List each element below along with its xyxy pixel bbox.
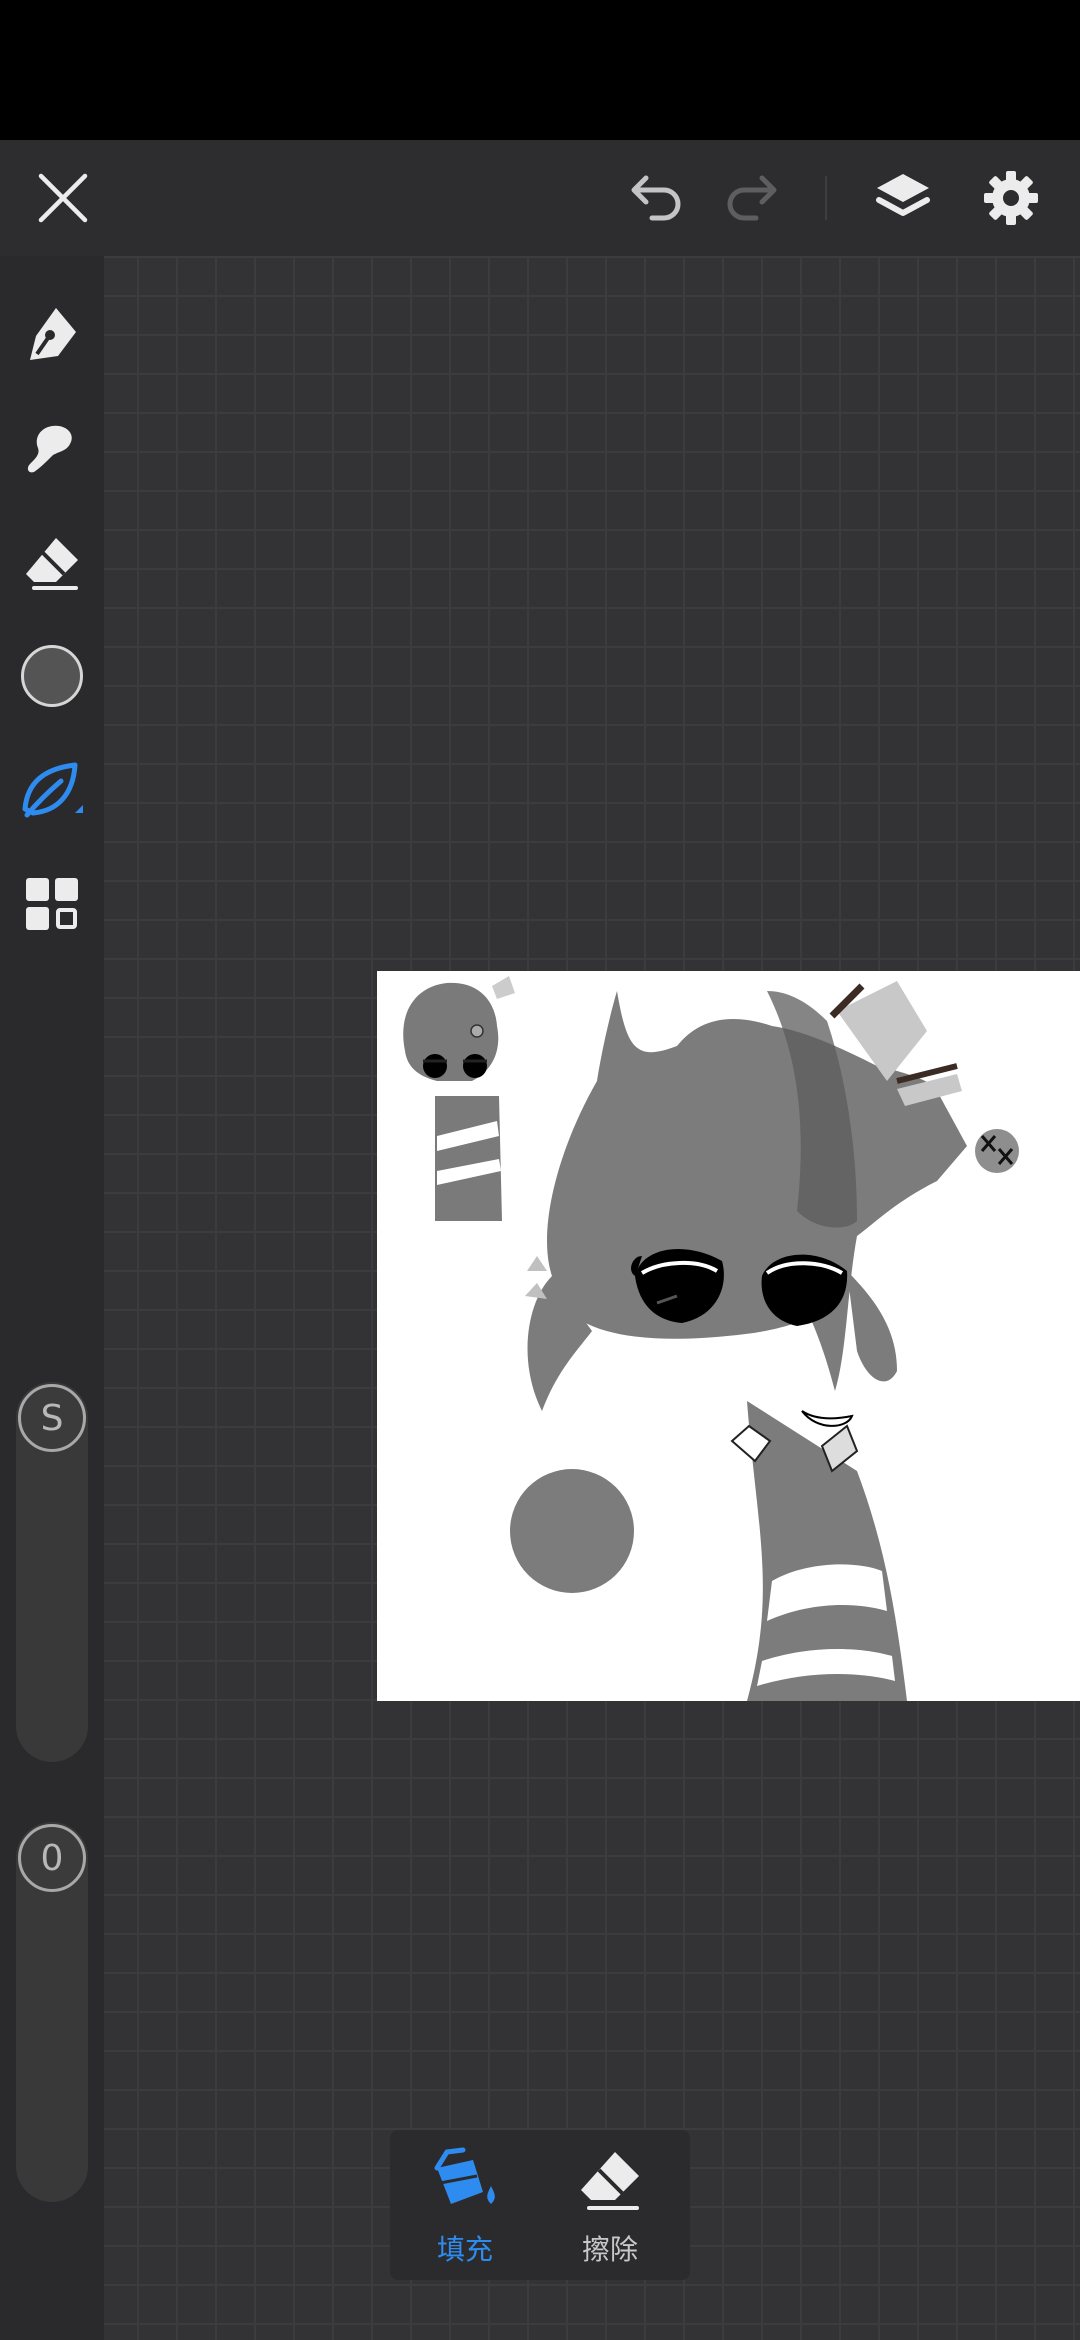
leaf-icon	[22, 762, 83, 818]
toolbar-divider	[825, 176, 827, 220]
eraser-tool-button[interactable]	[0, 512, 104, 612]
top-toolbar	[0, 140, 1080, 256]
grid-icon	[26, 878, 78, 930]
gear-icon	[984, 171, 1038, 225]
fill-tool-button[interactable]	[0, 740, 104, 840]
erase-label: 擦除	[581, 2233, 638, 2266]
status-bar	[0, 0, 1080, 140]
pen-tool-button[interactable]	[0, 284, 104, 384]
canvas-workspace[interactable]	[104, 256, 1080, 2340]
grid-menu-button[interactable]	[0, 854, 104, 954]
size-slider-knob[interactable]: S	[18, 1384, 86, 1452]
layers-icon	[876, 174, 930, 216]
fill-option[interactable]: 填充	[395, 2130, 535, 2280]
drawing-canvas[interactable]	[377, 971, 1080, 1701]
close-icon	[38, 173, 88, 223]
pen-icon	[30, 308, 76, 360]
opacity-slider[interactable]: 0	[16, 1822, 88, 2202]
artwork	[403, 976, 1019, 1701]
smudge-tool-button[interactable]	[0, 398, 104, 498]
close-button[interactable]	[15, 140, 111, 256]
erase-option[interactable]: 擦除	[540, 2130, 680, 2280]
eraser-icon	[26, 538, 78, 590]
smudge-icon	[27, 425, 72, 473]
eraser-icon	[581, 2152, 639, 2210]
fill-label: 填充	[436, 2233, 493, 2266]
color-swatch	[21, 645, 83, 707]
fill-tool-popup: 填充 擦除	[390, 2130, 690, 2280]
redo-button[interactable]	[704, 140, 800, 256]
undo-icon	[631, 175, 681, 221]
paint-bucket-icon	[434, 2147, 495, 2204]
color-picker-button[interactable]	[0, 626, 104, 726]
brush-size-slider[interactable]: S	[16, 1382, 88, 1762]
undo-button[interactable]	[608, 140, 704, 256]
tool-sidebar: S 0	[0, 256, 104, 2340]
opacity-slider-knob[interactable]: 0	[18, 1824, 86, 1892]
settings-button[interactable]	[963, 140, 1059, 256]
drawing-app: S 0 填充 擦除	[0, 0, 1080, 2340]
redo-icon	[727, 175, 777, 221]
layers-button[interactable]	[855, 140, 951, 256]
